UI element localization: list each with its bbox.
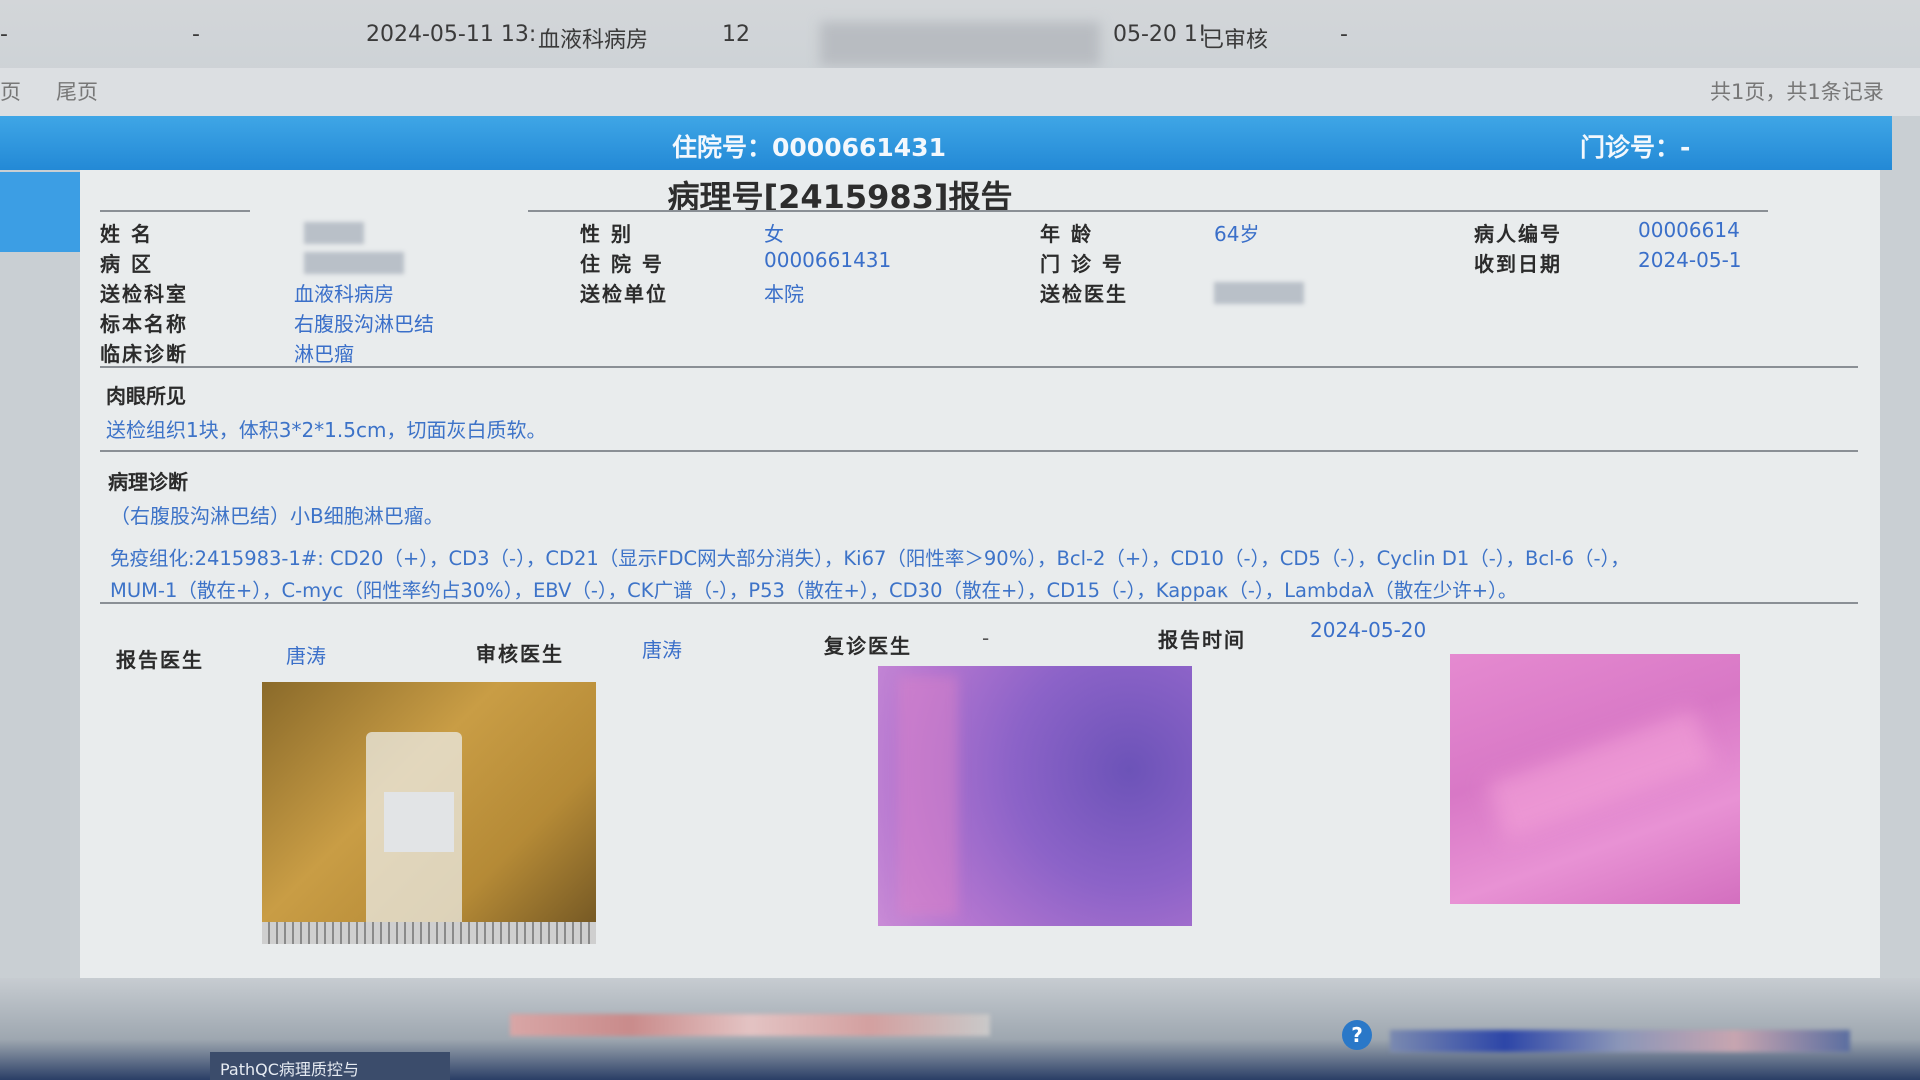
- pager: 页 尾页 共1页，共1条记录: [0, 68, 1920, 116]
- inpatient-number: 住院号：0000661431: [672, 128, 946, 164]
- sex-value: 女: [764, 222, 784, 246]
- he-stain-micrograph-low[interactable]: [878, 666, 1192, 926]
- divider: [100, 450, 1858, 452]
- side-tab[interactable]: [0, 172, 80, 252]
- inpatient-label: 住院号：: [672, 133, 773, 162]
- ihc-line-2: MUM-1（散在+），C-myc（阳性率约占30%），EBV（-），CK广谱（-…: [110, 579, 1518, 602]
- report-doctor-value: 唐涛: [286, 644, 326, 668]
- pathology-diagnosis-title: 病理诊断: [108, 470, 188, 494]
- pathology-diagnosis-text: （右腹股沟淋巴结）小B细胞淋巴瘤。: [110, 504, 444, 528]
- record-summary: 共1页，共1条记录: [1710, 80, 1884, 104]
- ruler-shape: [262, 922, 596, 944]
- outpatient-value: -: [1680, 133, 1691, 162]
- redacted-ward: [304, 252, 404, 274]
- report-time-value: 2024-05-20: [1310, 618, 1427, 642]
- unit-value: 本院: [764, 282, 804, 306]
- inpatient-value: 0000661431: [772, 133, 946, 162]
- age-value: 64岁: [1214, 222, 1260, 246]
- outpatient-no-label: 门 诊 号: [1040, 252, 1124, 276]
- row-report-date: 05-20 1!: [1113, 22, 1207, 47]
- first-page-link[interactable]: 页: [0, 76, 21, 106]
- stain-streak-shape: [898, 676, 958, 916]
- outpatient-label: 门诊号：: [1580, 133, 1681, 162]
- pathology-report: 病理号[2415983]报告 姓 名 病 区 送检科室 血液科病房 标本名称 右…: [80, 170, 1880, 978]
- gross-findings-title: 肉眼所见: [106, 384, 186, 408]
- taskbar-app-button[interactable]: PathQC病理质控与: [210, 1052, 450, 1080]
- age-label: 年 龄: [1040, 222, 1093, 246]
- received-date-label: 收到日期: [1474, 252, 1562, 276]
- patient-header-bar: 住院号：0000661431 门诊号：-: [0, 116, 1892, 170]
- ihc-line-1: 免疫组化:2415983-1#: CD20（+），CD3（-），CD21（显示F…: [110, 547, 1630, 570]
- specimen-label-shape: [384, 792, 454, 852]
- row-dash: -: [192, 22, 200, 47]
- last-page-link[interactable]: 尾页: [56, 76, 98, 106]
- gross-findings-text: 送检组织1块，体积3*2*1.5cm，切面灰白质软。: [106, 418, 547, 442]
- received-date-value: 2024-05-1: [1638, 248, 1742, 272]
- redacted-doctor: [1214, 282, 1304, 304]
- unit-label: 送检单位: [580, 282, 668, 306]
- inpatient-no-label: 住 院 号: [580, 252, 664, 276]
- redacted-area: [820, 22, 1100, 66]
- row-count: 12: [722, 22, 750, 47]
- row-status: 已审核: [1202, 28, 1269, 53]
- outpatient-number: 门诊号：-: [1580, 128, 1690, 164]
- report-doctor-label: 报告医生: [116, 648, 204, 672]
- help-icon[interactable]: ?: [1342, 1020, 1372, 1050]
- row-submit-date: 2024-05-11 13:: [366, 22, 537, 47]
- divider: [100, 210, 250, 212]
- patient-no-label: 病人编号: [1474, 222, 1562, 246]
- redacted-name: [304, 222, 364, 244]
- sex-label: 性 别: [580, 222, 633, 246]
- he-stain-micrograph-high[interactable]: [1450, 654, 1740, 904]
- row-dash: -: [0, 22, 8, 47]
- specimen-label: 标本名称: [100, 312, 188, 336]
- blurred-region: [1390, 1030, 1850, 1052]
- specimen-photo[interactable]: [262, 682, 596, 944]
- audit-doctor-value: 唐涛: [642, 638, 682, 662]
- ward-label: 病 区: [100, 252, 153, 276]
- report-list-row[interactable]: - - 2024-05-11 13: 血液科病房 12 05-20 1! 已审核…: [0, 0, 1920, 78]
- stain-streak-shape: [1486, 708, 1714, 840]
- report-time-label: 报告时间: [1158, 628, 1246, 652]
- dept-label: 送检科室: [100, 282, 188, 306]
- divider: [100, 602, 1858, 604]
- row-dash: -: [1340, 22, 1348, 47]
- sending-doctor-label: 送检医生: [1040, 282, 1128, 306]
- clinical-diag-value: 淋巴瘤: [294, 342, 354, 366]
- specimen-value: 右腹股沟淋巴结: [294, 312, 434, 336]
- divider: [100, 366, 1858, 368]
- inpatient-no-value: 0000661431: [764, 248, 892, 272]
- patient-no-value: 00006614: [1638, 218, 1740, 242]
- review-doctor-value: -: [982, 626, 990, 650]
- audit-doctor-label: 审核医生: [476, 642, 564, 666]
- row-dept: 血液科病房: [538, 28, 649, 53]
- review-doctor-label: 复诊医生: [824, 634, 912, 658]
- clinical-diag-label: 临床诊断: [100, 342, 188, 366]
- dept-value: 血液科病房: [294, 282, 394, 306]
- divider: [528, 210, 1768, 212]
- name-label: 姓 名: [100, 222, 153, 246]
- blurred-region: [510, 1014, 990, 1036]
